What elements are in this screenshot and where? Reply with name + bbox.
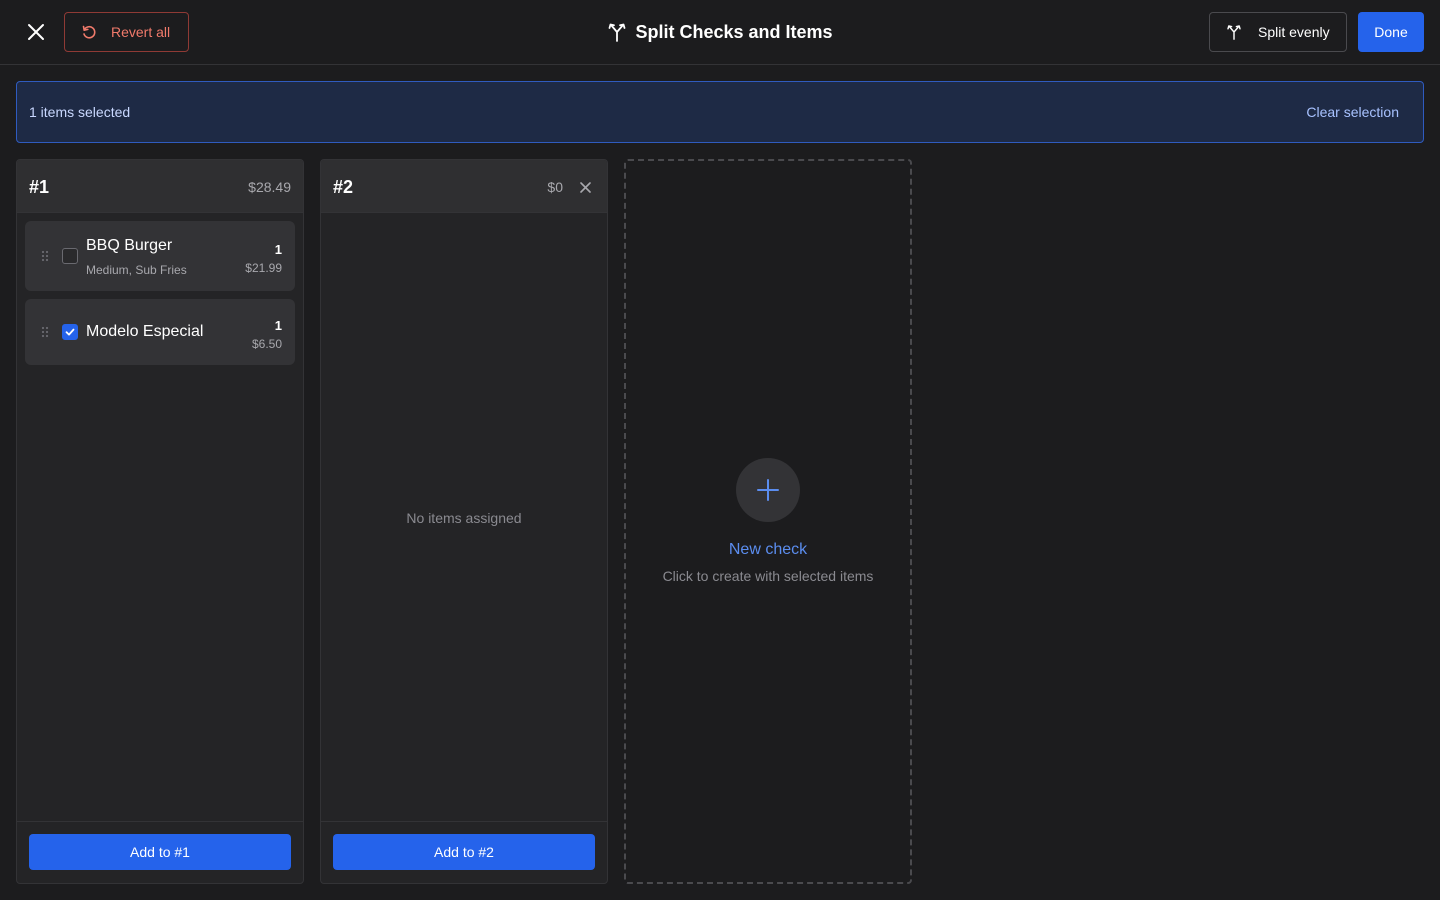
new-check-circle — [736, 458, 800, 522]
item-checkbox[interactable] — [62, 248, 78, 264]
check-column-2: #2 $0 No items assigned Add to #2 — [320, 159, 608, 884]
empty-check-message: No items assigned — [406, 510, 522, 526]
new-check-button[interactable]: New check Click to create with selected … — [624, 159, 912, 884]
item-checkbox[interactable] — [62, 324, 78, 340]
split-evenly-label: Split evenly — [1258, 24, 1330, 40]
check-name: #1 — [29, 177, 50, 197]
item-name: Modelo Especial — [86, 323, 204, 340]
drag-handle-icon[interactable] — [41, 326, 49, 338]
selection-count: 1 items selected — [29, 104, 131, 120]
check-footer: Add to #1 — [17, 821, 303, 883]
split-evenly-button[interactable]: Split evenly — [1209, 12, 1347, 52]
check-item[interactable]: BBQ Burger Medium, Sub Fries 1 $21.99 — [25, 221, 295, 291]
new-check-title: New check — [728, 541, 808, 558]
split-icon — [609, 23, 626, 42]
check-column-1: #1 $28.49 BBQ Burger Medium, Sub Fries 1… — [16, 159, 304, 884]
new-check-subtitle: Click to create with selected items — [662, 568, 874, 584]
clear-selection-link[interactable]: Clear selection — [1306, 104, 1399, 120]
item-price: $21.99 — [245, 261, 282, 275]
drag-handle-icon[interactable] — [41, 250, 49, 262]
item-name: BBQ Burger — [86, 237, 173, 254]
selection-banner: 1 items selected Clear selection — [16, 81, 1424, 143]
plus-icon — [757, 479, 779, 501]
item-price: $6.50 — [251, 337, 282, 351]
check-footer: Add to #2 — [321, 821, 607, 883]
checkmark-icon — [65, 328, 75, 336]
check-header: #1 $28.49 — [17, 160, 303, 213]
split-icon — [1227, 25, 1241, 40]
remove-check-button[interactable] — [577, 179, 593, 195]
top-bar: Revert all Split Checks and Items Split … — [0, 0, 1440, 65]
check-total: $28.49 — [248, 179, 291, 195]
add-to-check-button[interactable]: Add to #1 — [29, 834, 291, 870]
item-quantity: 1 — [274, 242, 282, 257]
check-header: #2 $0 — [321, 160, 607, 213]
close-icon — [579, 181, 591, 193]
item-quantity: 1 — [274, 318, 282, 333]
item-modifiers: Medium, Sub Fries — [86, 263, 187, 277]
check-item[interactable]: Modelo Especial 1 $6.50 — [25, 299, 295, 365]
add-to-check-button[interactable]: Add to #2 — [333, 834, 595, 870]
page-title-text: Split Checks and Items — [635, 21, 833, 42]
done-button[interactable]: Done — [1358, 12, 1424, 52]
check-name: #2 — [333, 177, 354, 197]
check-total: $0 — [547, 179, 563, 195]
